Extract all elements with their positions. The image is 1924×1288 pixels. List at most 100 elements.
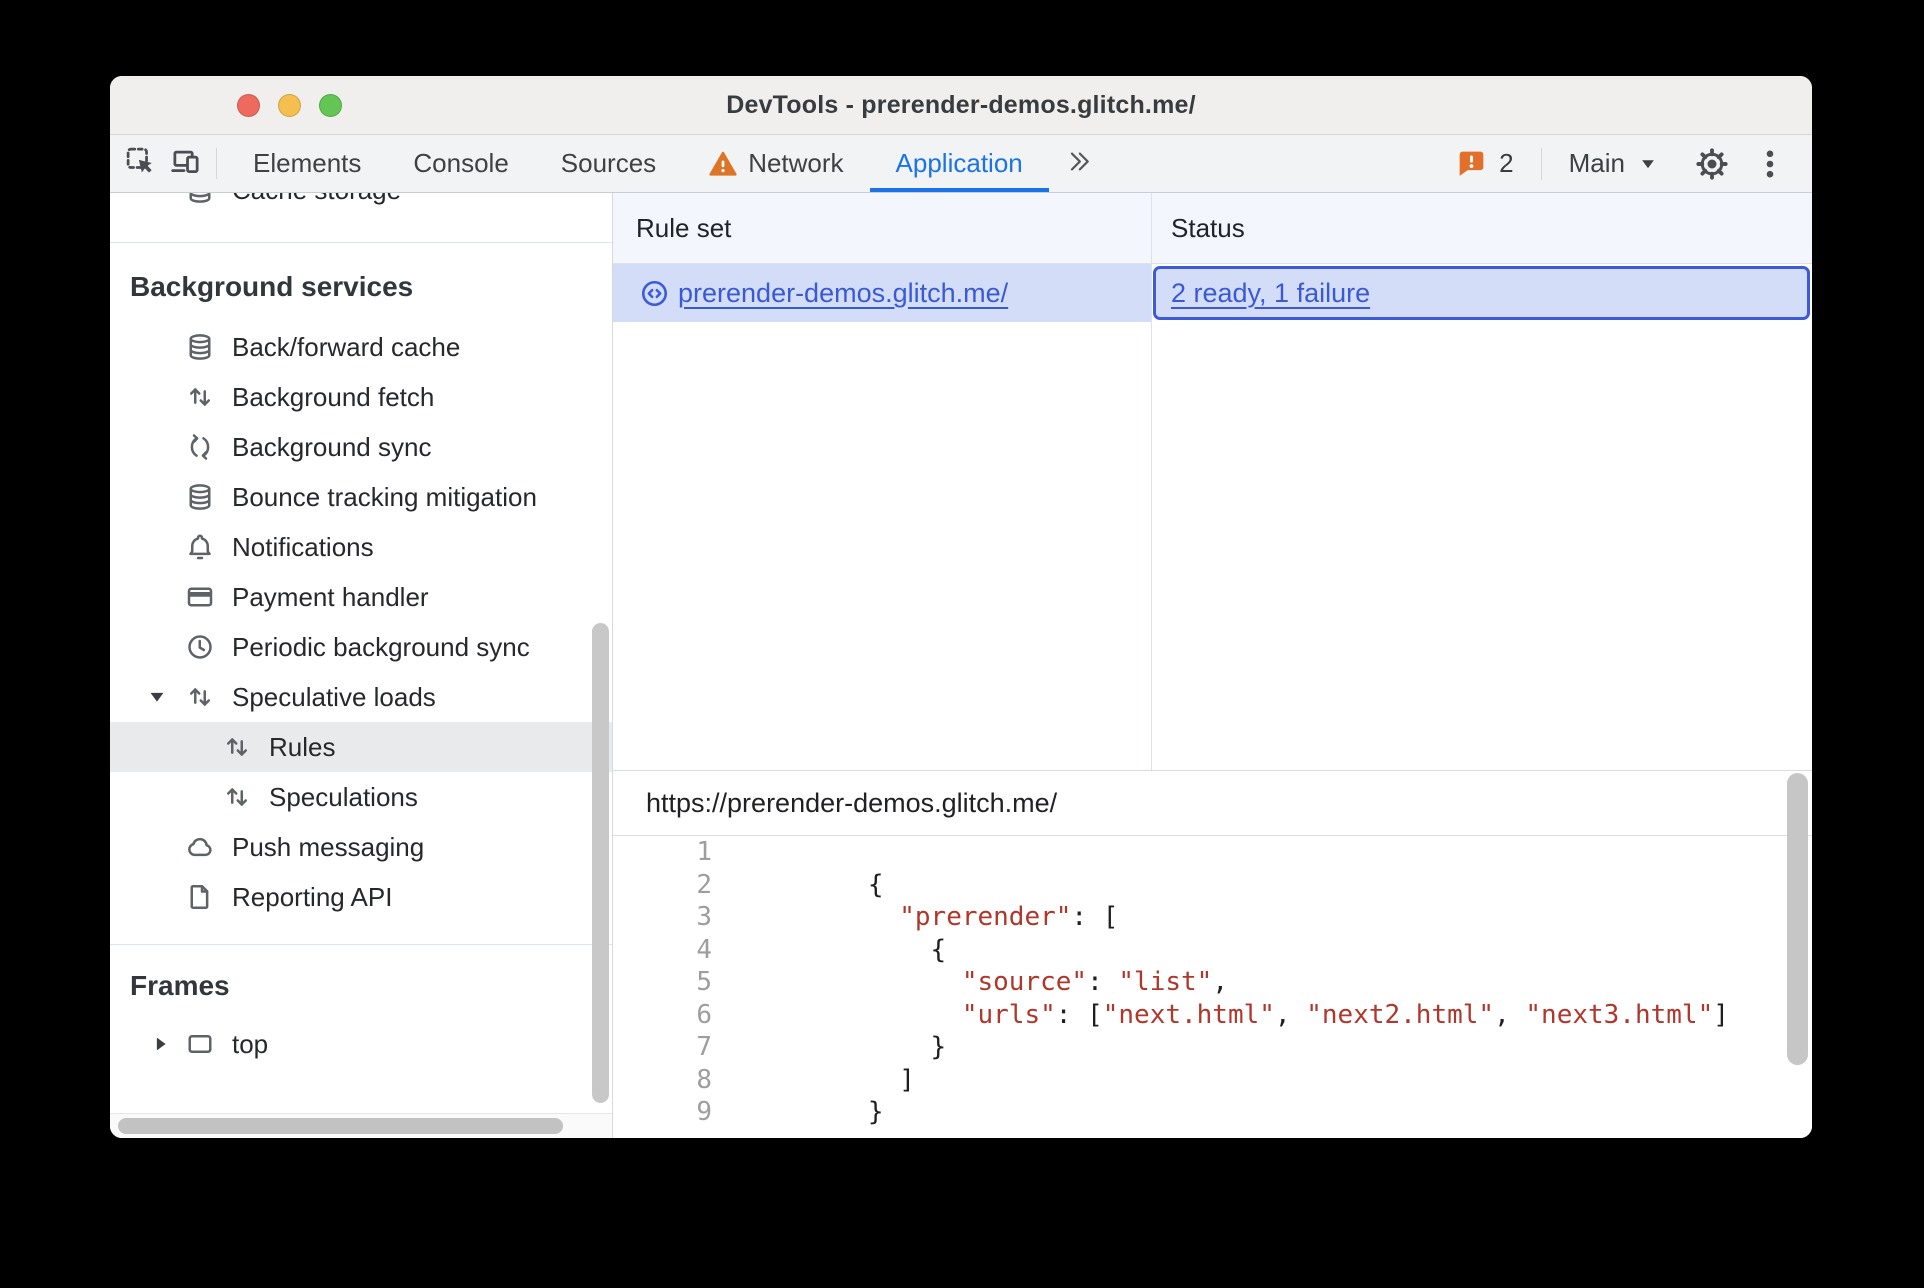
document-icon bbox=[185, 882, 215, 912]
sidebar-item-label: top bbox=[232, 1028, 269, 1059]
json-punctuation-token: : [ bbox=[1055, 999, 1103, 1030]
code-line: 4 { bbox=[613, 934, 1812, 967]
inspect-element-button[interactable] bbox=[118, 135, 162, 192]
sidebar-item-notifications[interactable]: Notifications bbox=[110, 522, 612, 572]
issues-count: 2 bbox=[1499, 148, 1514, 178]
code-line-text: "source": "list", bbox=[712, 966, 1228, 999]
tab-label: Elements bbox=[253, 148, 362, 178]
status-cell[interactable]: 2 ready, 1 failure bbox=[1151, 264, 1812, 322]
device-toolbar-icon bbox=[168, 145, 201, 183]
issues-counter[interactable]: 2 bbox=[1455, 147, 1514, 180]
status-link[interactable]: 2 ready, 1 failure bbox=[1171, 278, 1370, 309]
json-punctuation-token: ] bbox=[774, 1064, 915, 1095]
code-line-text: } bbox=[712, 1096, 884, 1129]
sidebar-item-background-sync[interactable]: Background sync bbox=[110, 422, 612, 472]
tab-console[interactable]: Console bbox=[387, 135, 534, 192]
settings-button[interactable] bbox=[1694, 146, 1730, 182]
zoom-button[interactable] bbox=[319, 93, 342, 117]
code-line: 8 ] bbox=[613, 1064, 1812, 1097]
rule-set-cell[interactable]: prerender-demos.glitch.me/ bbox=[613, 264, 1151, 322]
code-line: 1 bbox=[613, 836, 1812, 869]
table-empty-area bbox=[613, 322, 1812, 770]
rule-set-row[interactable]: prerender-demos.glitch.me/2 ready, 1 fai… bbox=[613, 264, 1812, 322]
close-button[interactable] bbox=[237, 93, 260, 117]
sidebar-item-label: Back/forward cache bbox=[232, 331, 461, 362]
toolbar-separator bbox=[216, 148, 217, 179]
sidebar-item-label: Cache storage bbox=[232, 193, 401, 206]
tab-label: Network bbox=[748, 148, 844, 178]
title-bar: DevTools - prerender-demos.glitch.me/ bbox=[110, 76, 1812, 135]
sidebar-item-cache-storage[interactable]: Cache storage bbox=[110, 193, 612, 215]
column-header-rule-set: Rule set bbox=[636, 212, 732, 243]
json-punctuation-token: } bbox=[774, 1032, 947, 1062]
json-punctuation-token: , bbox=[1494, 999, 1526, 1030]
tab-label: Sources bbox=[560, 148, 657, 178]
json-punctuation-token: : bbox=[1087, 967, 1119, 997]
tab-elements[interactable]: Elements bbox=[227, 135, 387, 192]
cloud-icon bbox=[185, 832, 215, 862]
database-icon bbox=[185, 482, 215, 512]
gear-icon bbox=[1694, 146, 1730, 182]
status-cell-selection-box: 2 ready, 1 failure bbox=[1153, 266, 1810, 320]
database-icon bbox=[185, 332, 215, 362]
json-string-token: "prerender" bbox=[899, 902, 1072, 932]
sidebar-horizontal-scrollbar-thumb[interactable] bbox=[118, 1118, 563, 1134]
sidebar-item-top[interactable]: top bbox=[110, 1019, 612, 1069]
window-title: DevTools - prerender-demos.glitch.me/ bbox=[726, 90, 1196, 119]
sidebar-item-payment-handler[interactable]: Payment handler bbox=[110, 572, 612, 622]
code-line-text: "urls": ["next.html", "next2.html", "nex… bbox=[712, 999, 1729, 1032]
code-line: 2 { bbox=[613, 869, 1812, 902]
line-number: 9 bbox=[696, 1097, 712, 1127]
sidebar-horizontal-scrollbar bbox=[110, 1113, 612, 1138]
javascript-context-selector[interactable]: Main bbox=[1569, 148, 1658, 179]
json-string-token: "source" bbox=[961, 967, 1088, 997]
chevron-down-icon bbox=[1638, 154, 1658, 174]
sidebar-item-label: Push messaging bbox=[232, 831, 425, 862]
rule-set-source-code[interactable]: 12 {3 "prerender": [4 {5 "source": "list… bbox=[613, 836, 1812, 1138]
sidebar-item-reporting-api[interactable]: Reporting API bbox=[110, 872, 612, 922]
sidebar-item-speculative-loads[interactable]: Speculative loads bbox=[110, 672, 612, 722]
sidebar-item-label: Speculative loads bbox=[232, 681, 436, 712]
sidebar-item-periodic-background-sync[interactable]: Periodic background sync bbox=[110, 622, 612, 672]
more-panels-button[interactable] bbox=[1049, 135, 1108, 192]
line-number: 8 bbox=[696, 1064, 712, 1095]
expander-expanded-icon[interactable] bbox=[146, 686, 168, 708]
traffic-lights bbox=[237, 76, 342, 134]
code-line-text: "prerender": [ bbox=[712, 901, 1118, 934]
sidebar-section-title: Background services bbox=[130, 271, 414, 302]
toggle-device-toolbar-button[interactable] bbox=[162, 135, 206, 192]
tab-application[interactable]: Application bbox=[870, 135, 1049, 192]
sidebar-item-bounce-tracking-mitigation[interactable]: Bounce tracking mitigation bbox=[110, 472, 612, 522]
source-vertical-scrollbar-thumb[interactable] bbox=[1787, 773, 1808, 1065]
customize-menu-button[interactable] bbox=[1752, 146, 1788, 182]
line-number: 1 bbox=[696, 837, 712, 867]
inspect-cursor-icon bbox=[124, 145, 157, 183]
sidebar-item-background-fetch[interactable]: Background fetch bbox=[110, 372, 612, 422]
json-punctuation-token: { bbox=[774, 934, 947, 965]
sidebar-item-speculations[interactable]: Speculations bbox=[110, 772, 612, 822]
json-punctuation-token: : [ bbox=[1071, 902, 1119, 932]
rule-set-source-panel: https://prerender-demos.glitch.me/ 12 {3… bbox=[613, 770, 1812, 1138]
desktop-background: DevTools - prerender-demos.glitch.me/ El… bbox=[0, 0, 1924, 1288]
sidebar-item-label: Reporting API bbox=[232, 881, 393, 912]
line-number: 5 bbox=[696, 967, 712, 997]
sync-arrows-icon bbox=[185, 432, 215, 462]
sidebar-item-rules[interactable]: Rules bbox=[110, 722, 612, 772]
application-sidebar: Cache storage Background services Back/for… bbox=[110, 193, 612, 1138]
sidebar-item-label: Bounce tracking mitigation bbox=[232, 481, 537, 512]
sidebar-item-label: Payment handler bbox=[232, 581, 429, 612]
table-header-row: Rule set Status bbox=[613, 193, 1812, 264]
minimize-button[interactable] bbox=[278, 93, 301, 117]
column-divider[interactable] bbox=[1151, 193, 1152, 770]
sidebar-item-push-messaging[interactable]: Push messaging bbox=[110, 822, 612, 872]
sidebar-item-label: Rules bbox=[269, 731, 336, 762]
sidebar-vertical-scrollbar-thumb[interactable] bbox=[592, 623, 609, 1103]
tab-sources[interactable]: Sources bbox=[535, 135, 682, 192]
sidebar-section-items: Back/forward cache Background fetch Backgr… bbox=[110, 322, 612, 922]
tab-network[interactable]: Network bbox=[682, 135, 869, 192]
sidebar-section-title: Frames bbox=[130, 970, 230, 1001]
rule-set-link[interactable]: prerender-demos.glitch.me/ bbox=[678, 278, 1008, 309]
sidebar-item-back-forward-cache[interactable]: Back/forward cache bbox=[110, 322, 612, 372]
expander-collapsed-icon[interactable] bbox=[150, 1033, 172, 1055]
